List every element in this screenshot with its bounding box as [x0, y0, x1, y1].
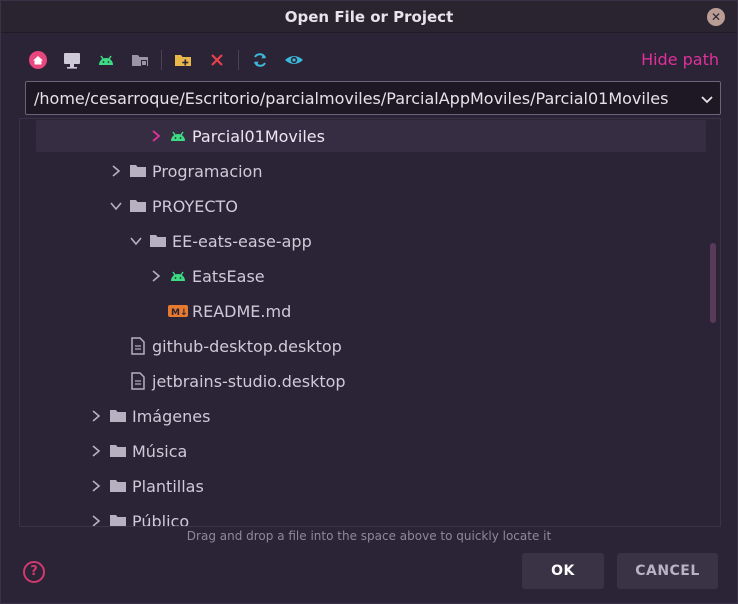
- open-file-dialog: Open File or Project ✕ Hide path /home/c…: [0, 0, 738, 604]
- tree-item-parcial01moviles[interactable]: Parcial01Moviles: [36, 120, 706, 152]
- file-icon: [128, 337, 148, 355]
- desktop-icon[interactable]: [59, 47, 85, 73]
- folder-icon: [108, 407, 128, 425]
- show-hidden-icon[interactable]: [281, 47, 307, 73]
- chevron-right-icon[interactable]: [148, 268, 164, 284]
- delete-icon[interactable]: [204, 47, 230, 73]
- tree-item-github-desktop[interactable]: github-desktop.desktop: [20, 330, 720, 362]
- folder-icon: [148, 232, 168, 250]
- folder-icon: [108, 442, 128, 460]
- tree-item-label: Imágenes: [132, 406, 211, 426]
- toolbar-separator: [238, 50, 239, 70]
- chevron-right-icon[interactable]: [88, 443, 104, 459]
- tree-scrollbar[interactable]: [710, 243, 716, 323]
- tree-item-ee-eats-ease-app[interactable]: EE-eats-ease-app: [20, 225, 720, 257]
- tree-item-label: Programacion: [152, 161, 263, 181]
- android-icon[interactable]: [93, 47, 119, 73]
- file-icon: [128, 372, 148, 390]
- tree-item-label: github-desktop.desktop: [152, 336, 342, 356]
- tree-item-programacion[interactable]: Programacion: [20, 155, 720, 187]
- chevron-down-icon[interactable]: [108, 198, 124, 214]
- toolbar: [25, 47, 315, 73]
- tree-item-jetbrains-studio[interactable]: jetbrains-studio.desktop: [20, 365, 720, 397]
- folder-icon: [108, 477, 128, 495]
- refresh-icon[interactable]: [247, 47, 273, 73]
- chevron-right-icon[interactable]: [108, 163, 124, 179]
- chevron-right-icon[interactable]: [88, 408, 104, 424]
- tree-item-label: EE-eats-ease-app: [172, 231, 312, 251]
- tree-item-imagenes[interactable]: Imágenes: [20, 400, 720, 432]
- ok-button[interactable]: OK: [522, 553, 604, 589]
- file-tree[interactable]: Parcial01Moviles Programacion PROYECTO E…: [19, 118, 721, 527]
- android-icon: [168, 127, 188, 145]
- tree-item-label: PROYECTO: [152, 196, 238, 216]
- cancel-button[interactable]: CANCEL: [617, 553, 718, 589]
- tree-item-label: jetbrains-studio.desktop: [152, 371, 346, 391]
- tree-item-label: Plantillas: [132, 476, 204, 496]
- folder-icon: [108, 512, 128, 526]
- help-icon[interactable]: ?: [23, 561, 45, 583]
- chevron-down-icon[interactable]: [700, 91, 714, 110]
- toolbar-separator: [161, 50, 162, 70]
- tree-item-plantillas[interactable]: Plantillas: [20, 470, 720, 502]
- tree-item-label: README.md: [192, 301, 292, 321]
- hide-path-link[interactable]: Hide path: [641, 50, 719, 69]
- chevron-right-icon[interactable]: [148, 128, 164, 144]
- chevron-right-icon[interactable]: [88, 478, 104, 494]
- tree-item-musica[interactable]: Música: [20, 435, 720, 467]
- tree-item-label: Público: [132, 511, 190, 527]
- close-button[interactable]: ✕: [707, 8, 725, 26]
- drag-drop-hint: Drag and drop a file into the space abov…: [186, 529, 552, 543]
- chevron-down-icon[interactable]: [128, 233, 144, 249]
- path-input[interactable]: /home/cesarroque/Escritorio/parcialmovil…: [34, 89, 668, 108]
- svg-text:M↓: M↓: [171, 308, 188, 318]
- android-icon: [168, 267, 188, 285]
- folder-icon: [128, 197, 148, 215]
- home-icon[interactable]: [25, 47, 51, 73]
- title-bar: Open File or Project ✕: [1, 1, 737, 33]
- tree-item-eatsease[interactable]: EatsEase: [20, 260, 720, 292]
- dialog-title: Open File or Project: [284, 8, 454, 26]
- new-folder-icon[interactable]: [170, 47, 196, 73]
- tree-item-publico[interactable]: Público: [20, 505, 720, 527]
- markdown-icon: M↓: [168, 302, 188, 320]
- path-combobox[interactable]: /home/cesarroque/Escritorio/parcialmovil…: [25, 81, 721, 115]
- folder-icon: [128, 162, 148, 180]
- tree-item-label: EatsEase: [192, 266, 265, 286]
- tree-item-proyecto[interactable]: PROYECTO: [20, 190, 720, 222]
- tree-item-label: Música: [132, 441, 188, 461]
- chevron-right-icon[interactable]: [88, 513, 104, 526]
- tree-item-label: Parcial01Moviles: [192, 126, 325, 146]
- project-folder-icon[interactable]: [127, 47, 153, 73]
- tree-item-readme[interactable]: M↓ README.md: [20, 295, 720, 327]
